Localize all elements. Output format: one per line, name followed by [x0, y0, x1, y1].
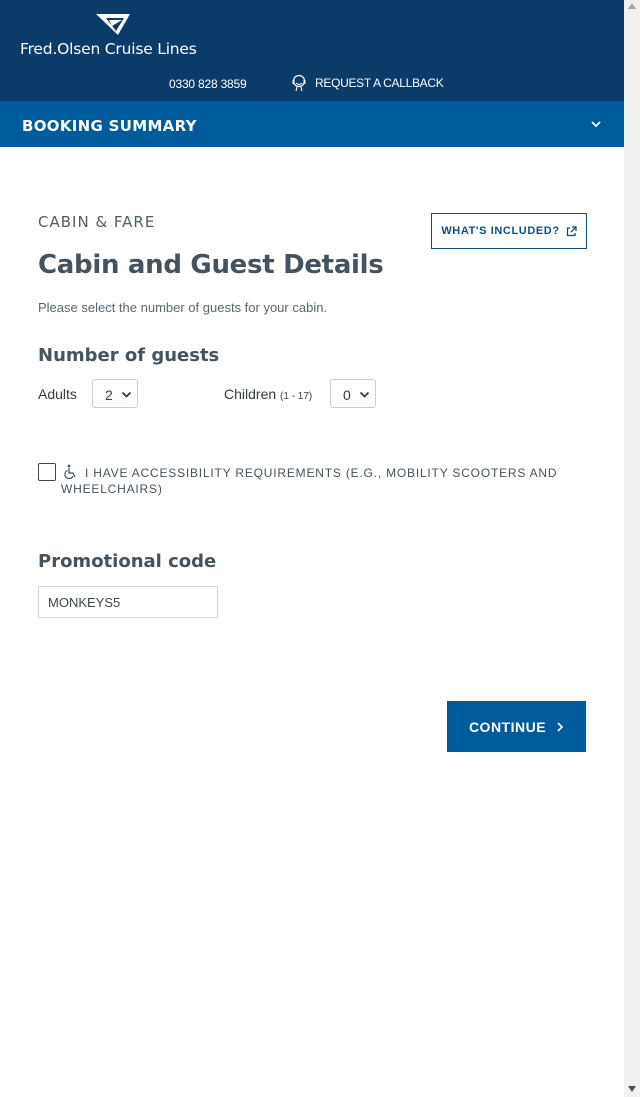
scroll-up-icon[interactable] [628, 3, 636, 9]
scroll-down-icon[interactable] [628, 1086, 636, 1092]
promo-code-heading: Promotional code [38, 551, 217, 572]
chevron-down-icon [359, 391, 370, 398]
booking-page: Fred.Olsen Cruise Lines 0330 828 3859 RE… [0, 0, 624, 1097]
chevron-down-icon [591, 121, 601, 128]
booking-summary-title: BOOKING SUMMARY [22, 117, 197, 135]
number-of-guests-heading: Number of guests [38, 345, 220, 366]
promo-code-input[interactable] [38, 586, 218, 618]
chevron-down-icon [121, 391, 132, 398]
site-header: Fred.Olsen Cruise Lines 0330 828 3859 RE… [0, 0, 624, 101]
page-title: Cabin and Guest Details [38, 250, 384, 280]
callback-label: REQUEST A CALLBACK [315, 76, 444, 90]
scrollbar-thumb[interactable] [627, 0, 637, 1080]
adults-label: Adults [38, 386, 77, 402]
children-age-range: (1 - 17) [280, 391, 313, 402]
sail-logo-icon[interactable] [94, 13, 132, 37]
children-select[interactable]: 0 [330, 379, 376, 408]
children-label: Children (1 - 17) [224, 386, 312, 402]
guest-instruction: Please select the number of guests for y… [38, 300, 328, 315]
phone-number[interactable]: 0330 828 3859 [169, 77, 247, 91]
chevron-right-icon [557, 721, 564, 732]
section-label: CABIN & FARE [38, 213, 156, 231]
continue-label: CONTINUE [468, 718, 547, 735]
request-callback-link[interactable]: REQUEST A CALLBACK [291, 74, 444, 92]
booking-summary-toggle[interactable]: BOOKING SUMMARY [0, 101, 624, 147]
whats-included-label: WHAT'S INCLUDED? [441, 225, 560, 237]
adults-value: 2 [105, 387, 113, 403]
external-link-icon [566, 225, 577, 236]
brand-name[interactable]: Fred.Olsen Cruise Lines [20, 40, 197, 58]
children-label-text: Children [224, 386, 277, 402]
children-value: 0 [343, 387, 351, 403]
adults-select[interactable]: 2 [92, 379, 138, 408]
accessibility-label[interactable]: I HAVE ACCESSIBILITY REQUIREMENTS (E.G.,… [61, 465, 561, 497]
headset-icon [292, 74, 306, 92]
accessibility-checkbox[interactable] [38, 463, 56, 481]
whats-included-button[interactable]: WHAT'S INCLUDED? [431, 213, 587, 249]
continue-button[interactable]: CONTINUE [447, 701, 586, 752]
